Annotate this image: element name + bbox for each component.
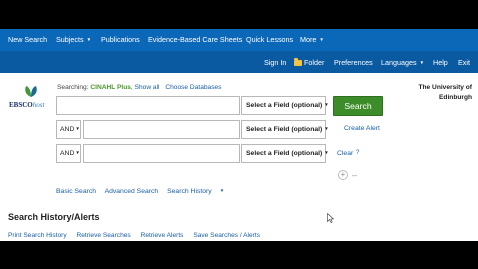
ebsco-wordmark: EBSCOhost: [9, 101, 44, 109]
nav-sign-in[interactable]: Sign In: [264, 58, 286, 67]
nav-new-search[interactable]: New Search: [8, 35, 47, 44]
search-history-label: Search History: [167, 188, 212, 195]
nav-folder[interactable]: Folder: [294, 58, 324, 67]
search-input-row-2[interactable]: [83, 120, 240, 139]
field-select-row-3[interactable]: Select a Field (optional) ▼: [241, 144, 329, 163]
print-search-history-link[interactable]: Print Search History: [8, 232, 67, 239]
caret-down-icon: ▼: [324, 126, 329, 131]
searching-line: Searching: CINAHL Plus, Show all Choose …: [57, 84, 222, 91]
nav-help[interactable]: Help: [433, 58, 448, 67]
search-history-heading: Search History/Alerts: [8, 212, 100, 222]
boolean-select-label: AND: [60, 126, 75, 133]
caret-down-icon: ▼: [319, 37, 324, 42]
search-input-row-1[interactable]: [56, 96, 240, 115]
choose-databases-link[interactable]: Choose Databases: [165, 84, 221, 91]
nav-more-label: More: [300, 35, 317, 44]
caret-down-icon: ▼: [324, 150, 329, 155]
field-select-label: Select a Field (optional): [246, 102, 323, 109]
nav-quick-lessons[interactable]: Quick Lessons: [246, 35, 293, 44]
field-select-label: Select a Field (optional): [246, 126, 323, 133]
search-options-bar: Basic Search Advanced Search Search Hist…: [56, 188, 238, 195]
clear-link[interactable]: Clear: [337, 150, 353, 157]
basic-search-link[interactable]: Basic Search: [56, 188, 96, 195]
nav-evidence-based-care-sheets[interactable]: Evidence-Based Care Sheets: [148, 35, 242, 44]
nav-languages[interactable]: Languages ▼: [381, 58, 424, 67]
retrieve-alerts-link[interactable]: Retrieve Alerts: [141, 232, 184, 239]
search-button[interactable]: Search: [333, 96, 383, 116]
show-all-link[interactable]: Show all: [135, 84, 160, 91]
nav-publications[interactable]: Publications: [101, 35, 140, 44]
caret-down-icon: ▼: [419, 60, 425, 65]
nav-subjects[interactable]: Subjects ▼: [56, 35, 91, 44]
nav-subjects-label: Subjects: [56, 35, 84, 44]
field-select-row-1[interactable]: Select a Field (optional) ▼: [241, 96, 329, 115]
logo-suffix: host: [32, 101, 45, 109]
searching-label: Searching:: [57, 84, 89, 91]
letterbox-bottom: [0, 241, 478, 269]
caret-down-icon: ▼: [86, 37, 92, 42]
ebsco-leaf-icon: [25, 86, 37, 97]
logo-brand: EBSCO: [9, 101, 33, 109]
history-toolbar: Print Search History Retrieve Searches R…: [8, 232, 268, 239]
secondary-toolbar: Sign In Folder Preferences Languages ▼ He…: [0, 51, 478, 73]
nav-preferences[interactable]: Preferences: [334, 58, 373, 67]
nav-folder-label: Folder: [304, 58, 325, 67]
retrieve-searches-link[interactable]: Retrieve Searches: [76, 232, 130, 239]
caret-down-icon: ▼: [75, 126, 80, 131]
create-alert-link[interactable]: Create Alert: [344, 125, 380, 132]
field-select-label: Select a Field (optional): [246, 150, 323, 157]
field-select-row-2[interactable]: Select a Field (optional) ▼: [241, 120, 329, 139]
boolean-select-label: AND: [60, 150, 75, 157]
institution-name: The University of Edinburgh: [418, 84, 473, 101]
mouse-pointer-icon: [327, 213, 334, 223]
boolean-select-row-2[interactable]: AND▼: [56, 120, 81, 139]
boolean-select-row-3[interactable]: AND▼: [56, 144, 81, 163]
nav-exit[interactable]: Exit: [458, 58, 470, 67]
caret-down-icon: ▼: [219, 188, 225, 193]
letterbox-top: [0, 0, 478, 29]
database-name: CINAHL Plus: [90, 84, 131, 91]
advanced-search-link[interactable]: Advanced Search: [105, 188, 159, 195]
ebsco-advanced-search-page: New Search Subjects ▼ Publications Eviden…: [0, 29, 478, 241]
save-searches-alerts-link[interactable]: Save Searches / Alerts: [193, 232, 260, 239]
primary-toolbar: New Search Subjects ▼ Publications Eviden…: [0, 29, 478, 51]
nav-more[interactable]: More ▼: [300, 35, 324, 44]
caret-down-icon: ▼: [324, 102, 329, 107]
remove-row-icon[interactable]: –: [352, 170, 357, 180]
add-row-icon[interactable]: +: [338, 170, 348, 180]
nav-languages-label: Languages: [381, 58, 417, 67]
help-icon[interactable]: ?: [356, 150, 359, 156]
search-input-row-3[interactable]: [83, 144, 240, 163]
caret-down-icon: ▼: [75, 150, 80, 155]
folder-icon: [294, 58, 302, 66]
search-history-link[interactable]: Search History ▼: [167, 188, 231, 195]
